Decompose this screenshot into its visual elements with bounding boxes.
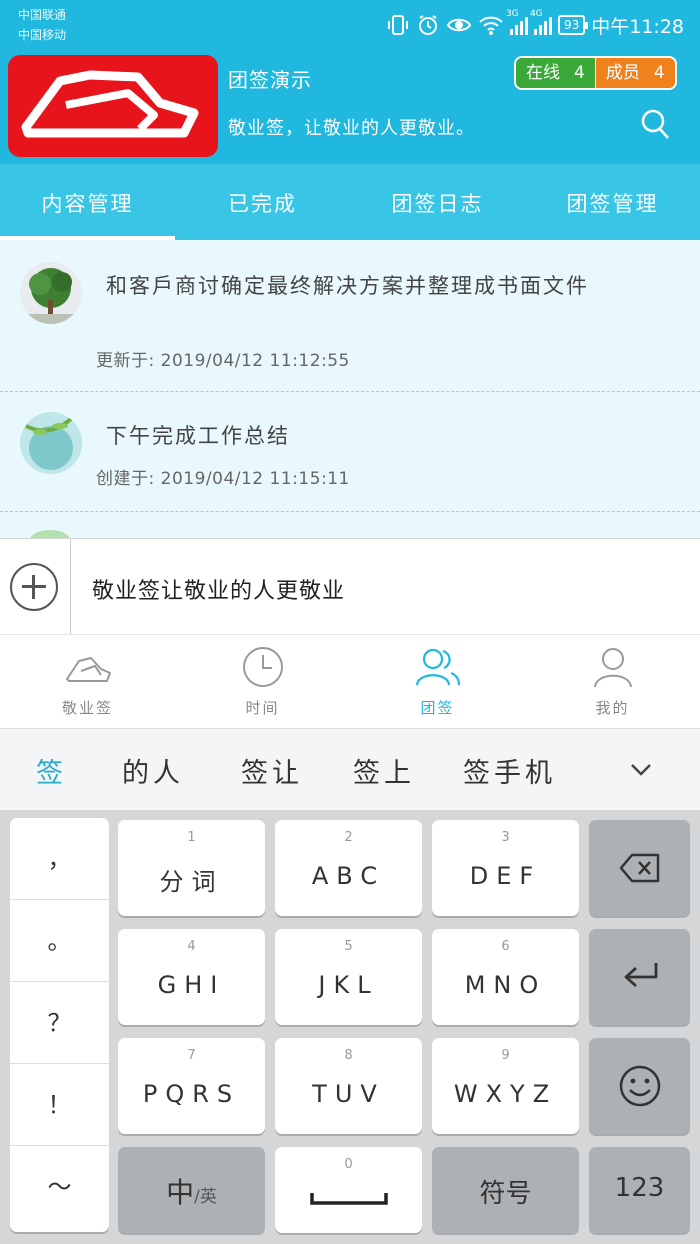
bottom-nav: 敬业签 时间 团签 我的 (0, 634, 700, 728)
battery-indicator: 93 (557, 15, 589, 35)
list-item[interactable]: 下午完成工作总结 创建于: 2019/04/12 11:15:11 (0, 392, 700, 512)
tab-team-management[interactable]: 团签管理 (525, 164, 700, 240)
key-period[interactable]: 。 (10, 900, 109, 982)
key-9[interactable]: 9 WXYZ (432, 1038, 579, 1134)
alarm-icon (418, 15, 437, 35)
avatar (20, 262, 82, 324)
numeric-key[interactable]: 123 (589, 1147, 690, 1233)
candidate-2[interactable]: 的人 (122, 751, 184, 790)
item-title: 下午完成工作总结 (106, 424, 290, 448)
key-6[interactable]: 6 MNO (432, 929, 579, 1025)
item-title: 和客戶商讨确定最终解决方案并整理成书面文件 (106, 274, 589, 298)
signal-3g-icon: 3G (506, 9, 528, 35)
candidate-4[interactable]: 签上 (353, 751, 415, 790)
tab-bar: 内容管理 已完成 团签日志 团签管理 (0, 164, 700, 240)
enter-key[interactable] (589, 929, 690, 1025)
clock-time: 中午11:28 (591, 15, 684, 38)
list-item[interactable]: 和客戶商讨确定最终解决方案并整理成书面文件 更新于: 2019/04/12 11… (0, 240, 700, 392)
backspace-icon (619, 853, 659, 883)
nav-item-time[interactable]: 时间 (175, 635, 350, 728)
item-timestamp: 更新于: 2019/04/12 11:12:55 (96, 351, 350, 371)
tab-content-management[interactable]: 内容管理 (0, 164, 175, 240)
vibrate-icon (387, 15, 408, 35)
key-exclaim[interactable]: ！ (10, 1064, 109, 1146)
signal-4g-icon: 4G (530, 9, 552, 35)
key-4[interactable]: 4 GHI (118, 929, 265, 1025)
team-slogan: 敬业签，让敬业的人更敬业。 (228, 118, 475, 139)
chevron-down-icon[interactable] (630, 759, 652, 781)
key-question[interactable]: ？ (10, 982, 109, 1064)
key-3[interactable]: 3 DEF (432, 820, 579, 916)
team-header: 团签演示 敬业签，让敬业的人更敬业。 在线 4 成员 4 (0, 52, 700, 164)
member-badges[interactable]: 在线 4 成员 4 (514, 56, 677, 90)
avatar (20, 412, 82, 474)
nav-item-mine[interactable]: 我的 (525, 635, 700, 728)
carrier-1: 中国联通 (18, 8, 67, 22)
memo-list: 和客戶商讨确定最终解决方案并整理成书面文件 更新于: 2019/04/12 11… (0, 240, 700, 538)
ime-keyboard: ， 。 ？ ！ ～ 1 分词 2 ABC 3 DEF 4 GHI 5 JKL 6 MNO 7… (0, 810, 700, 1244)
wifi-icon (479, 16, 503, 35)
smiley-icon (619, 1065, 660, 1107)
candidate-3[interactable]: 签让 (241, 751, 303, 790)
space-icon (309, 1193, 388, 1205)
clock-icon (242, 647, 283, 687)
key-tilde[interactable]: ～ (10, 1146, 109, 1228)
team-title: 团签演示 (228, 68, 312, 92)
key-comma[interactable]: ， (10, 818, 109, 900)
key-5[interactable]: 5 JKL (275, 929, 422, 1025)
lang-switch-key[interactable]: 中/英 (118, 1147, 265, 1233)
ime-candidate-bar: 签 的人 签让 签上 签手机 (0, 728, 700, 810)
status-bar: 中国联通 中国移动 3G 4G 93 中午11:28 (0, 0, 700, 52)
person-icon (593, 648, 632, 688)
nav-item-jingyeqian[interactable]: 敬业签 (0, 635, 175, 728)
candidate-1[interactable]: 签 (36, 751, 67, 790)
key-8[interactable]: 8 TUV (275, 1038, 422, 1134)
enter-icon (624, 963, 657, 988)
search-icon[interactable] (640, 108, 670, 140)
status-icons: 3G 4G 93 中午11:28 (386, 9, 684, 40)
emoji-key[interactable] (589, 1038, 690, 1134)
group-icon (415, 648, 460, 686)
punctuation-column: ， 。 ？ ！ ～ (10, 818, 109, 1232)
app-logo (8, 55, 218, 157)
logo-icon (65, 657, 111, 682)
divider (70, 539, 71, 635)
key-1[interactable]: 1 分词 (118, 820, 265, 916)
tab-team-log[interactable]: 团签日志 (350, 164, 525, 240)
nav-item-team[interactable]: 团签 (350, 635, 525, 728)
key-7[interactable]: 7 PQRS (118, 1038, 265, 1134)
members-badge[interactable]: 成员 4 (594, 58, 675, 88)
backspace-key[interactable] (589, 820, 690, 916)
compose-input[interactable]: 敬业签让敬业的人更敬业 (92, 573, 345, 605)
tab-completed[interactable]: 已完成 (175, 164, 350, 240)
eye-comfort-icon (446, 18, 472, 32)
online-badge[interactable]: 在线 4 (516, 58, 595, 88)
add-icon[interactable] (10, 563, 58, 611)
candidate-5[interactable]: 签手机 (463, 751, 556, 790)
key-2[interactable]: 2 ABC (275, 820, 422, 916)
avatar (30, 530, 70, 538)
compose-bar: 敬业签让敬业的人更敬业 (0, 538, 700, 635)
carrier-2: 中国移动 (18, 28, 67, 42)
item-timestamp: 创建于: 2019/04/12 11:15:11 (96, 469, 350, 489)
space-key[interactable]: 0 (275, 1147, 422, 1233)
symbol-key[interactable]: 符号 (432, 1147, 579, 1233)
